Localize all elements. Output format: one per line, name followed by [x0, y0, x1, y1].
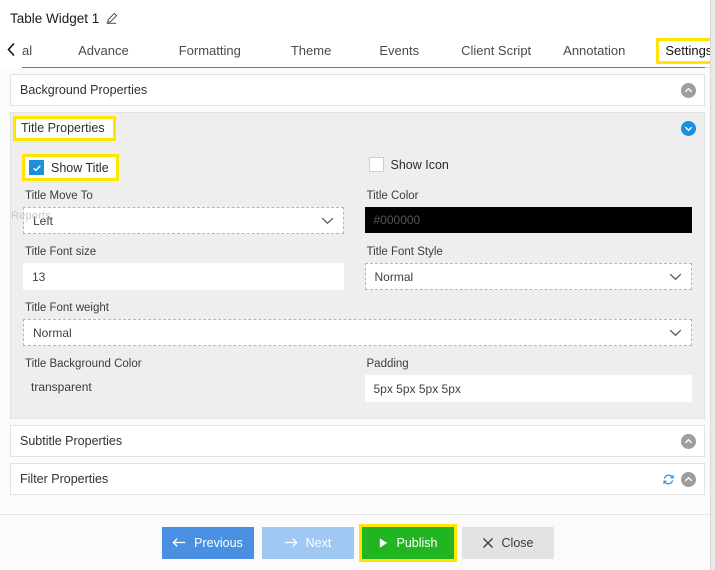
refresh-sync-icon[interactable]: [662, 473, 675, 486]
title-font-style-value: Normal: [374, 269, 414, 284]
tab-settings[interactable]: Settings: [656, 38, 715, 64]
close-x-icon: [482, 537, 494, 549]
move-color-row: Title Move To Left Title Color #000000: [23, 178, 692, 234]
title-color-input[interactable]: #000000: [364, 207, 692, 233]
title-move-to-select[interactable]: Left: [23, 207, 344, 234]
ghost-breadcrumb-label: Reports: [11, 210, 51, 222]
close-button[interactable]: Close: [461, 526, 554, 559]
panel-subtitle-properties: Subtitle Properties: [10, 425, 705, 457]
tab-label: Advance: [78, 42, 129, 58]
chevron-up-circle-icon[interactable]: [681, 82, 696, 98]
title-color-value: #000000: [373, 213, 421, 227]
padding-label: Padding: [366, 358, 409, 370]
panel-header-icons: [662, 471, 696, 487]
next-label: Next: [305, 535, 332, 550]
tab-label: Client Script: [461, 42, 532, 58]
next-button[interactable]: Next: [261, 526, 354, 559]
panel-title-properties-body: Reports Show Title Show Icon Title Move …: [11, 143, 704, 418]
tab-formatting[interactable]: Formatting: [179, 43, 241, 62]
show-title-label: Show Title: [51, 160, 109, 175]
tab-annotation[interactable]: Annotation: [563, 43, 625, 62]
chevron-down-icon: [669, 273, 682, 281]
dialog-footer: Previous Next Publish Close: [0, 514, 715, 570]
settings-dialog: Table Widget 1 al Advance Formatting The…: [0, 0, 715, 570]
tab-client-script[interactable]: Client Script: [461, 43, 531, 62]
tab-label: Theme: [290, 42, 332, 58]
panel-filter-properties: Filter Properties: [10, 463, 705, 495]
panel-header-icons: [681, 82, 696, 98]
tab-list: al Advance Formatting Theme Events Clien…: [0, 36, 715, 68]
tab-label: Annotation: [563, 42, 626, 58]
show-icon-checkbox[interactable]: Show Icon: [368, 157, 449, 172]
chevron-down-circle-icon[interactable]: [681, 120, 696, 136]
checkbox-box: [368, 157, 384, 172]
panel-title: Title Properties: [13, 115, 116, 141]
panel-title-properties-header[interactable]: Title Properties: [11, 113, 704, 143]
settings-content: Background Properties Title Properties R…: [0, 68, 715, 546]
chevron-up-circle-icon[interactable]: [681, 471, 696, 487]
title-font-style-label: Title Font Style: [366, 246, 443, 258]
tabs-scroll-left-button[interactable]: [0, 36, 22, 68]
show-title-checkbox[interactable]: Show Title: [22, 154, 119, 181]
title-font-size-label: Title Font size: [25, 246, 97, 258]
tab-label: al: [22, 42, 33, 58]
tab-theme[interactable]: Theme: [291, 43, 331, 62]
tab-events[interactable]: Events: [379, 43, 419, 62]
title-background-color-label: Title Background Color: [25, 358, 142, 370]
title-font-weight-value: Normal: [33, 325, 72, 340]
chevron-down-icon: [669, 329, 682, 337]
padding-value: 5px 5px 5px 5px: [373, 381, 461, 396]
fontsize-fontstyle-row: Title Font size 13 Title Font Style Norm…: [23, 234, 692, 290]
close-label: Close: [501, 535, 534, 550]
publish-button[interactable]: Publish: [361, 526, 454, 559]
chevron-left-icon: [6, 42, 17, 62]
title-background-color-value[interactable]: transparent: [23, 375, 344, 394]
tab-label: Settings: [665, 43, 713, 58]
panel-title: Subtitle Properties: [20, 434, 123, 448]
panel-background-properties: Background Properties: [10, 74, 705, 106]
publish-button-highlight: Publish: [358, 523, 457, 562]
panel-header-icons: [681, 433, 696, 449]
dialog-titlebar: Table Widget 1: [0, 0, 715, 36]
fontweight-row: Title Font weight Normal: [23, 290, 692, 346]
pencil-edit-icon[interactable]: [105, 12, 118, 25]
title-font-weight-select[interactable]: Normal: [23, 319, 692, 346]
title-color-label: Title Color: [366, 190, 419, 202]
play-triangle-icon: [378, 537, 389, 549]
arrow-left-icon: [172, 537, 186, 548]
panel-background-properties-header[interactable]: Background Properties: [11, 75, 704, 105]
chevron-down-icon: [321, 217, 334, 225]
chevron-up-circle-icon[interactable]: [681, 433, 696, 449]
panel-title: Filter Properties: [20, 472, 109, 486]
previous-label: Previous: [194, 535, 243, 550]
tab-advance[interactable]: Advance: [78, 43, 129, 62]
panel-header-icons: [681, 120, 696, 136]
title-font-weight-label: Title Font weight: [25, 302, 109, 314]
padding-input[interactable]: 5px 5px 5px 5px: [364, 375, 692, 402]
title-font-size-value: 13: [32, 269, 46, 284]
arrow-right-icon: [284, 537, 298, 548]
checkbox-row: Show Title Show Icon: [22, 149, 692, 181]
panel-filter-properties-header[interactable]: Filter Properties: [11, 464, 704, 494]
tab-label: Events: [379, 42, 420, 58]
show-icon-label: Show Icon: [390, 157, 449, 172]
panel-title-properties: Title Properties Reports Show Title Show…: [10, 112, 705, 419]
tab-general[interactable]: al: [22, 43, 32, 62]
tab-label: Formatting: [178, 42, 241, 58]
title-font-style-select[interactable]: Normal: [364, 263, 692, 290]
previous-button[interactable]: Previous: [161, 526, 254, 559]
tab-bar: al Advance Formatting Theme Events Clien…: [0, 36, 715, 68]
bgcolor-padding-row: Title Background Color transparent Paddi…: [23, 346, 692, 402]
publish-label: Publish: [396, 535, 438, 550]
page-title: Table Widget 1: [10, 10, 100, 26]
checkbox-box: [29, 160, 44, 175]
right-scroll-rail[interactable]: [710, 0, 715, 570]
panel-title: Background Properties: [20, 83, 148, 97]
title-font-size-input[interactable]: 13: [23, 263, 344, 290]
title-move-to-label: Title Move To: [25, 190, 93, 202]
panel-subtitle-properties-header[interactable]: Subtitle Properties: [11, 426, 704, 456]
